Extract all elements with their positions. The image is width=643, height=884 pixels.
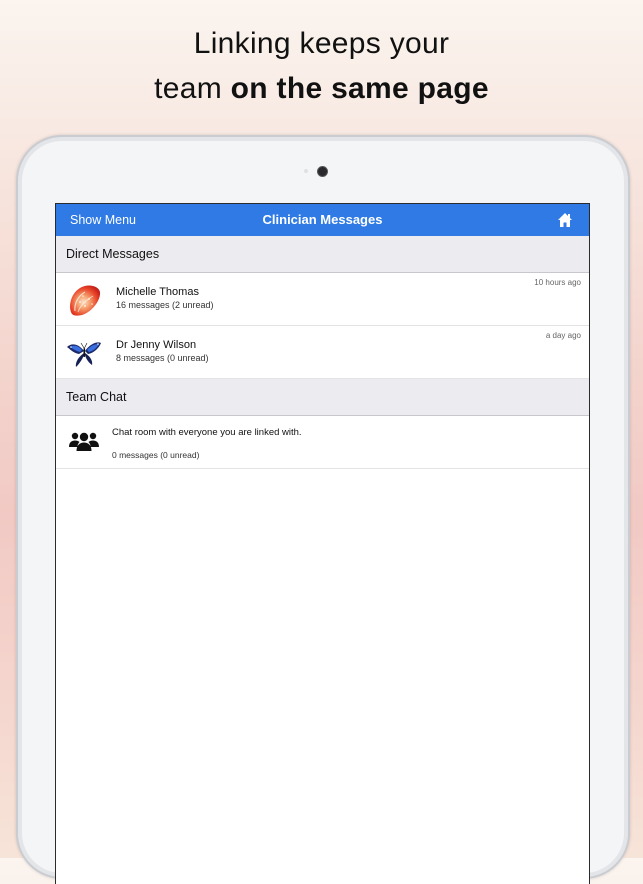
headline-line-2-prefix: team xyxy=(154,72,231,105)
last-message-time: a day ago xyxy=(545,331,581,340)
home-icon xyxy=(558,213,572,227)
home-button[interactable] xyxy=(557,212,573,228)
tablet-frame: Show Menu Clinician Messages Direct Mess… xyxy=(16,135,630,884)
direct-message-row-michelle[interactable]: Michelle Thomas 16 messages (2 unread) 1… xyxy=(56,273,589,326)
headline-line-1: Linking keeps your xyxy=(193,27,450,60)
team-chat-header: Team Chat xyxy=(56,379,589,416)
last-message-time: 10 hours ago xyxy=(534,278,581,287)
contact-name: Michelle Thomas xyxy=(116,286,199,298)
message-count: 8 messages (0 unread) xyxy=(116,353,209,363)
group-icon xyxy=(69,432,99,451)
team-chat-description: Chat room with everyone you are linked w… xyxy=(112,427,302,438)
team-chat-row[interactable]: Chat room with everyone you are linked w… xyxy=(56,416,589,469)
team-chat-count: 0 messages (0 unread) xyxy=(112,450,200,460)
direct-message-row-jenny[interactable]: Dr Jenny Wilson 8 messages (0 unread) a … xyxy=(56,326,589,379)
front-camera xyxy=(317,166,328,177)
headline-line-2: team on the same page xyxy=(0,66,643,112)
show-menu-button[interactable]: Show Menu xyxy=(70,204,136,236)
strawberry-icon xyxy=(70,285,101,316)
app-screen: Show Menu Clinician Messages Direct Mess… xyxy=(55,203,590,884)
light-sensor xyxy=(304,169,308,173)
nav-bar: Show Menu Clinician Messages xyxy=(56,204,589,236)
direct-messages-header: Direct Messages xyxy=(56,236,589,273)
promo-headline: Linking keeps your team on the same page xyxy=(0,22,643,112)
contact-name: Dr Jenny Wilson xyxy=(116,339,197,351)
message-count: 16 messages (2 unread) xyxy=(116,300,214,310)
headline-line-2-bold: on the same page xyxy=(230,72,489,105)
butterfly-icon xyxy=(67,342,101,367)
